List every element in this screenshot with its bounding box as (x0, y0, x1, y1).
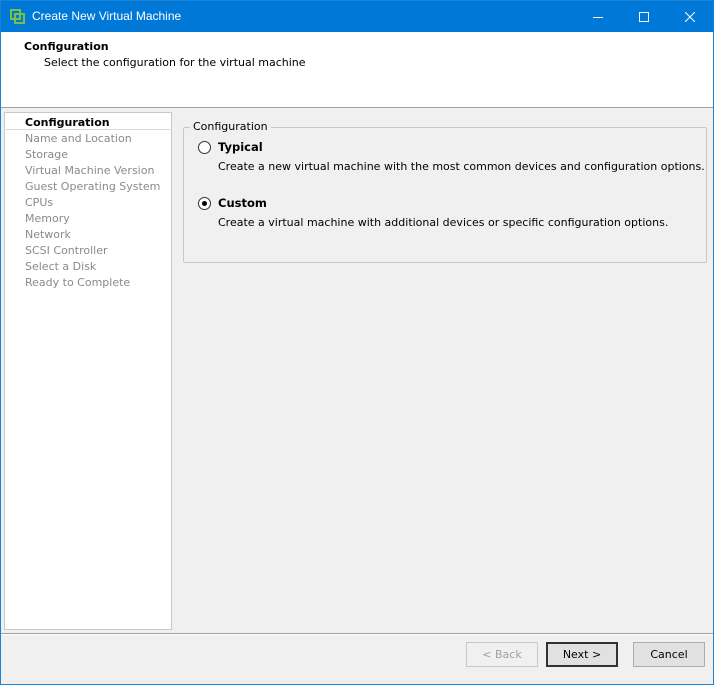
configuration-group-label: Configuration (190, 120, 271, 133)
radio-selected-dot (202, 201, 207, 206)
step-vm-version: Virtual Machine Version (25, 164, 155, 177)
typical-description: Create a new virtual machine with the mo… (218, 160, 705, 173)
title-bar: Create New Virtual Machine (1, 1, 713, 32)
next-button[interactable]: Next > (546, 642, 618, 667)
footer-divider-highlight (1, 634, 713, 635)
typical-radio[interactable] (198, 141, 211, 154)
page-subtitle: Select the configuration for the virtual… (44, 56, 306, 69)
typical-label[interactable]: Typical (218, 140, 263, 154)
typical-option[interactable]: Typical Create a new virtual machine wit… (198, 140, 705, 180)
custom-label[interactable]: Custom (218, 196, 267, 210)
cancel-button[interactable]: Cancel (633, 642, 705, 667)
page-title: Configuration (24, 40, 109, 53)
custom-radio[interactable] (198, 197, 211, 210)
step-select-disk: Select a Disk (25, 260, 97, 273)
step-ready-to-complete: Ready to Complete (25, 276, 131, 289)
window-title: Create New Virtual Machine (32, 9, 182, 23)
step-memory: Memory (25, 212, 70, 225)
back-button[interactable]: < Back (466, 642, 538, 667)
custom-option[interactable]: Custom Create a virtual machine with add… (198, 196, 678, 236)
step-network: Network (25, 228, 71, 241)
step-scsi-controller: SCSI Controller (25, 244, 108, 257)
custom-description: Create a virtual machine with additional… (218, 216, 669, 229)
step-cpus: CPUs (25, 196, 54, 209)
steps-sidebar: Configuration Name and Location Storage … (4, 112, 172, 630)
wizard-window: Create New Virtual Machine Configuration… (0, 0, 714, 685)
maximize-button[interactable] (621, 1, 667, 32)
maximize-icon (639, 11, 649, 22)
step-storage: Storage (25, 148, 69, 161)
vsphere-icon (10, 9, 25, 24)
close-icon (685, 11, 695, 22)
step-guest-os: Guest Operating System (25, 180, 161, 193)
close-button[interactable] (667, 1, 713, 32)
wizard-header: Configuration Select the configuration f… (1, 32, 713, 108)
minimize-button[interactable] (575, 1, 621, 32)
minimize-icon (593, 16, 603, 18)
step-name-and-location: Name and Location (25, 132, 132, 145)
step-configuration[interactable]: Configuration (25, 116, 110, 129)
